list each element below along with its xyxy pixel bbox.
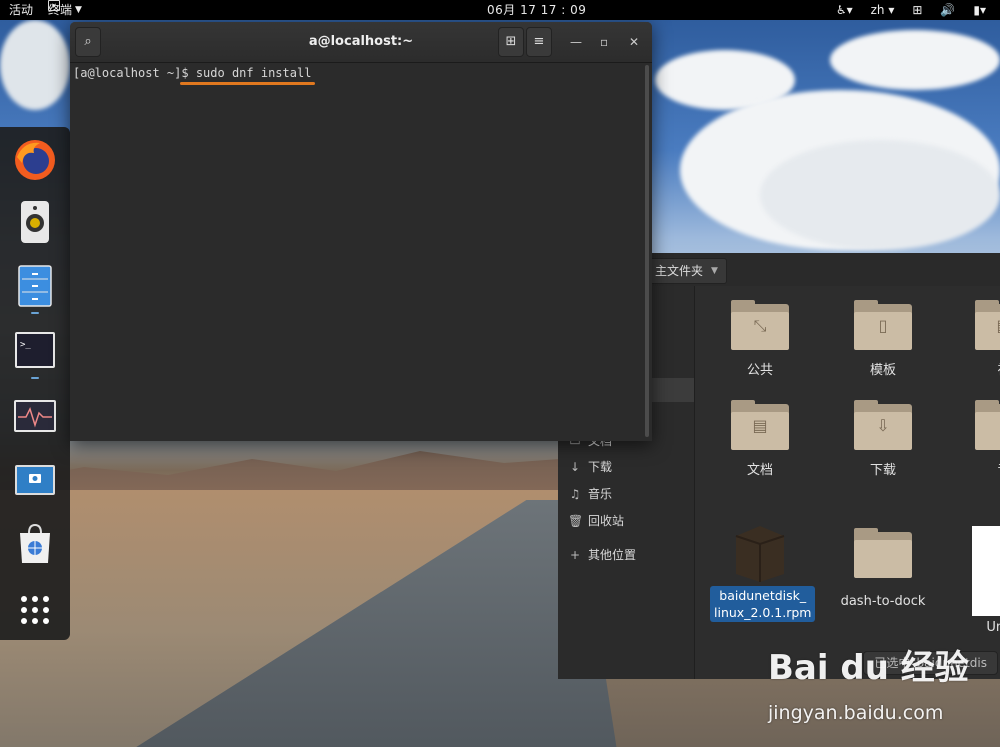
share-icon: ⤡ [731, 300, 789, 350]
folder-item-dash-to-dock[interactable]: dash-to-dock [833, 526, 933, 609]
new-tab-button[interactable]: ⊞ [498, 27, 524, 57]
folder-item-videos[interactable]: ▦ 视 [954, 300, 1000, 378]
item-label: 视 [954, 359, 1000, 378]
sidebar-item-downloads[interactable]: ↓ 下载 [568, 458, 612, 475]
software-icon[interactable] [12, 521, 58, 567]
folder-icon [854, 528, 912, 578]
maximize-button[interactable]: ▫ [600, 35, 608, 49]
activities-button[interactable]: 活动 [9, 0, 33, 20]
sidebar-item-label: 音乐 [588, 487, 613, 501]
video-icon: ▦ [975, 300, 1000, 350]
files-running-indicator [31, 312, 39, 314]
svg-text:>_: >_ [20, 340, 31, 350]
show-applications-icon[interactable] [12, 587, 58, 633]
item-label: 公共 [746, 363, 773, 378]
hamburger-icon: ≡ [533, 34, 545, 49]
item-label: dash-to-dock [840, 594, 926, 609]
plus-icon: + [569, 547, 581, 562]
sidebar-item-other-locations[interactable]: + 其他位置 [568, 546, 636, 563]
menu-button[interactable]: ≡ [526, 27, 552, 57]
file-icon [972, 526, 1000, 616]
chevron-down-icon: ▼ [75, 5, 82, 15]
item-label-line1: baidunetdisk_ [719, 588, 807, 603]
sidebar-item-label: 回收站 [588, 514, 625, 528]
system-tray[interactable]: ♿▾ zh ▾ ⊞ 🔊 ▮▾ [836, 0, 986, 20]
shell-prompt: [a@localhost ~]$ [73, 66, 196, 80]
item-label: 音 [954, 459, 1000, 478]
volume-icon: 🔊 [940, 3, 956, 17]
folder-item-templates[interactable]: ▯ 模板 [833, 300, 933, 378]
battery-icon: ▮▾ [973, 3, 986, 17]
download-icon: ↓ [569, 459, 581, 474]
typed-command: sudo dnf install [195, 66, 312, 80]
dock: >_ [0, 127, 70, 640]
watermark-logo: Bai du 经验 [768, 648, 969, 688]
item-label: 文档 [746, 463, 773, 478]
item-label: Untitl [986, 620, 1000, 635]
sidebar-item-label: 下载 [588, 460, 613, 474]
search-icon: ⌕ [84, 34, 92, 49]
file-item-untitled[interactable]: Untitl [954, 526, 1000, 635]
sidebar-item-label: 其他位置 [588, 548, 637, 562]
watermark-url: jingyan.baidu.com [768, 702, 944, 724]
chevron-down-icon: ▼ [711, 266, 718, 276]
terminal-icon[interactable]: >_ [12, 327, 58, 373]
minimize-button[interactable]: — [570, 35, 582, 49]
command-line: [a@localhost ~]$ sudo dnf install [73, 66, 311, 80]
firefox-icon[interactable] [12, 137, 58, 183]
package-icon [732, 522, 788, 582]
path-label: 主文件夹 [655, 264, 704, 278]
folder-item-downloads[interactable]: ⇩ 下载 [833, 400, 933, 478]
watermark: Bai du 经验 jingyan.baidu.com [768, 640, 998, 740]
files-icon-view: ⤡ 公共 ▯ 模板 ▦ 视 ▤ 文档 ⇩ 下载 ♪ 音 [695, 286, 1000, 679]
clock[interactable]: 06月 17 17 : 09 [487, 0, 586, 20]
network-icon: ⊞ [912, 3, 923, 17]
path-bar-button[interactable]: 主文件夹 ▼ [646, 258, 727, 284]
item-label: 下载 [869, 463, 896, 478]
rhythmbox-icon[interactable] [12, 199, 58, 245]
file-item-rpm[interactable]: baidunetdisk_ linux_2.0.1.rpm [710, 522, 816, 622]
download-icon: ⇩ [854, 400, 912, 450]
scrollbar[interactable] [645, 65, 649, 437]
item-label: 模板 [869, 363, 896, 378]
new-tab-icon: ⊞ [505, 34, 517, 49]
system-monitor-icon[interactable] [12, 393, 58, 439]
search-button[interactable]: ⌕ [75, 27, 101, 57]
sidebar-item-trash[interactable]: 🗑 回收站 [568, 512, 624, 529]
terminal-output[interactable]: [a@localhost ~]$ sudo dnf install [70, 63, 652, 441]
document-icon: ▤ [731, 400, 789, 450]
annotation-underline [180, 82, 315, 85]
folder-item-public[interactable]: ⤡ 公共 [710, 300, 810, 378]
terminal-headerbar: a@localhost:~ ⌕ ⊞ ≡ — ▫ ✕ [70, 22, 652, 63]
language-indicator[interactable]: zh ▾ [871, 0, 895, 20]
terminal-running-indicator [31, 377, 39, 379]
window-title: a@localhost:~ [308, 34, 414, 49]
close-button[interactable]: ✕ [629, 35, 639, 49]
music-icon: ♪ [975, 400, 1000, 450]
top-bar: 活动 ▸ 终端 ▼ 06月 17 17 : 09 ♿▾ zh ▾ ⊞ 🔊 ▮▾ [0, 0, 1000, 20]
music-icon: ♫ [569, 486, 581, 501]
template-icon: ▯ [854, 300, 912, 350]
sidebar-item-music[interactable]: ♫ 音乐 [568, 485, 612, 502]
terminal-small-icon: ▸ [48, 0, 60, 11]
trash-icon: 🗑 [568, 513, 584, 528]
folder-item-music[interactable]: ♪ 音 [954, 400, 1000, 478]
item-label-selected: baidunetdisk_ linux_2.0.1.rpm [710, 586, 816, 622]
folder-item-documents[interactable]: ▤ 文档 [710, 400, 810, 478]
accessibility-icon[interactable]: ♿▾ [836, 0, 853, 20]
terminal-window: a@localhost:~ ⌕ ⊞ ≡ — ▫ ✕ [a@localhost ~… [70, 22, 652, 441]
item-label-line2: linux_2.0.1.rpm [714, 605, 812, 620]
files-icon[interactable] [12, 263, 58, 309]
app-menu[interactable]: ▸ 终端 ▼ [48, 0, 82, 20]
screenshot-icon[interactable] [12, 457, 58, 503]
